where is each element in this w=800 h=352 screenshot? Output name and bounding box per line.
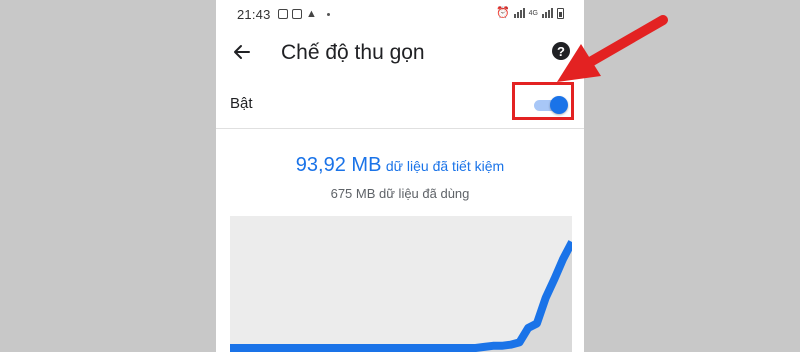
status-bar: 21:43 ▲ ⏰ 4G	[216, 0, 584, 28]
arrow-left-icon	[234, 45, 250, 59]
network-type-label: 4G	[528, 9, 538, 17]
data-used-summary: 675 MB dữ liệu đã dùng	[330, 186, 470, 201]
back-button[interactable]	[230, 40, 254, 64]
data-saved-summary: 93,92 MB dữ liệu đã tiết kiệm	[216, 154, 584, 177]
status-time: 21:43	[237, 7, 271, 22]
app-bar: Chế độ thu gọn ?	[216, 28, 584, 80]
saved-amount: 93,92 MB	[295, 154, 382, 176]
setting-label: Bật	[230, 95, 253, 112]
gallery-icon	[278, 9, 288, 19]
chart-svg	[229, 240, 576, 352]
status-icons-left: ▲	[278, 8, 330, 20]
signal-icon	[513, 8, 525, 18]
page-title: Chế độ thu gọn	[281, 41, 425, 64]
saved-text: dữ liệu đã tiết kiệm	[385, 158, 505, 174]
bag-icon: ▲	[306, 8, 317, 20]
phone-screen: 21:43 ▲ ⏰ 4G Chế độ thu gọn ? Bật 93,92 …	[216, 0, 584, 352]
data-savings-chart	[229, 216, 576, 352]
red-arrow-annotation	[557, 15, 668, 82]
chart-series-line	[230, 240, 576, 352]
save-icon	[292, 9, 302, 19]
alarm-icon: ⏰	[495, 7, 510, 19]
notification-dot-icon	[326, 12, 330, 16]
